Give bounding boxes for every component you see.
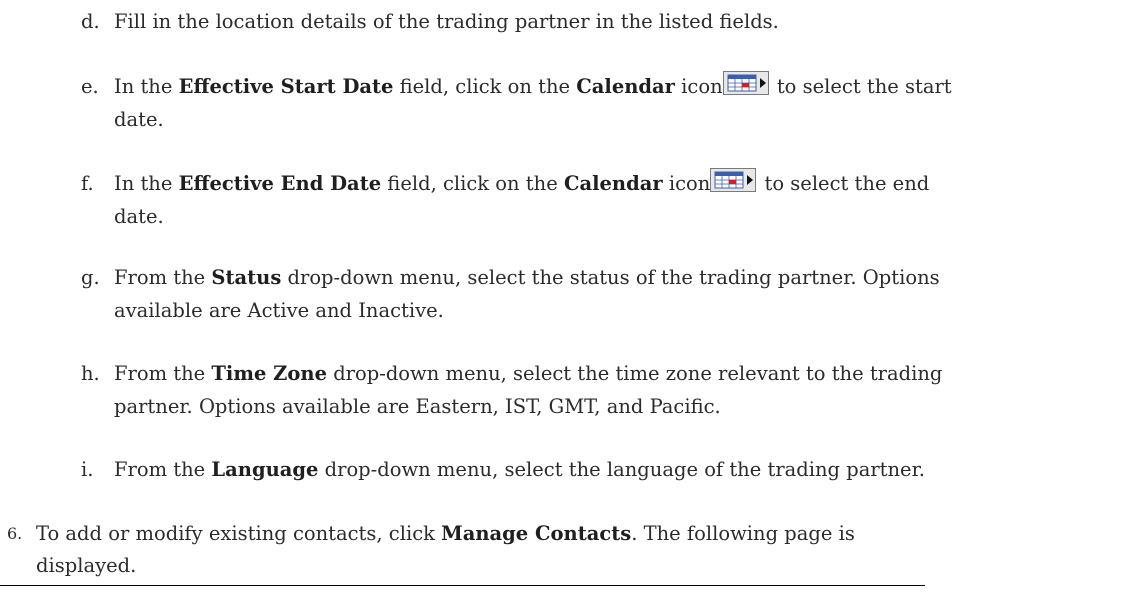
step-text: Fill in the location details of the trad… xyxy=(114,10,779,33)
step-text: From the Time Zone drop-down menu, selec… xyxy=(114,362,943,385)
step-text: In the Effective Start Date field, click… xyxy=(114,71,1119,102)
step-text: To add or modify existing contacts, clic… xyxy=(36,522,855,545)
step-label: e. xyxy=(81,75,99,98)
calendar-icon[interactable] xyxy=(722,71,769,95)
link-name: Manage Contacts xyxy=(441,522,632,545)
calendar-icon[interactable] xyxy=(710,168,757,192)
divider xyxy=(0,585,925,586)
step-number: 6. xyxy=(7,524,23,543)
step-label: d. xyxy=(81,10,100,33)
field-name: Time Zone xyxy=(211,362,327,385)
field-name: Status xyxy=(211,266,282,289)
document-page: d. Fill in the location details of the t… xyxy=(0,0,1126,594)
field-name: Effective End Date xyxy=(178,172,382,195)
step-label: h. xyxy=(81,362,100,385)
field-name: Effective Start Date xyxy=(178,75,394,98)
step-text: In the Effective End Date field, click o… xyxy=(114,168,1119,199)
icon-name: Calendar xyxy=(563,172,663,195)
field-name: Language xyxy=(211,458,319,481)
step-text: From the Language drop-down menu, select… xyxy=(114,458,925,481)
step-label: g. xyxy=(81,266,100,289)
icon-name: Calendar xyxy=(576,75,675,98)
step-label: f. xyxy=(81,172,94,195)
step-text: From the Status drop-down menu, select t… xyxy=(114,266,940,289)
step-label: i. xyxy=(81,458,94,481)
